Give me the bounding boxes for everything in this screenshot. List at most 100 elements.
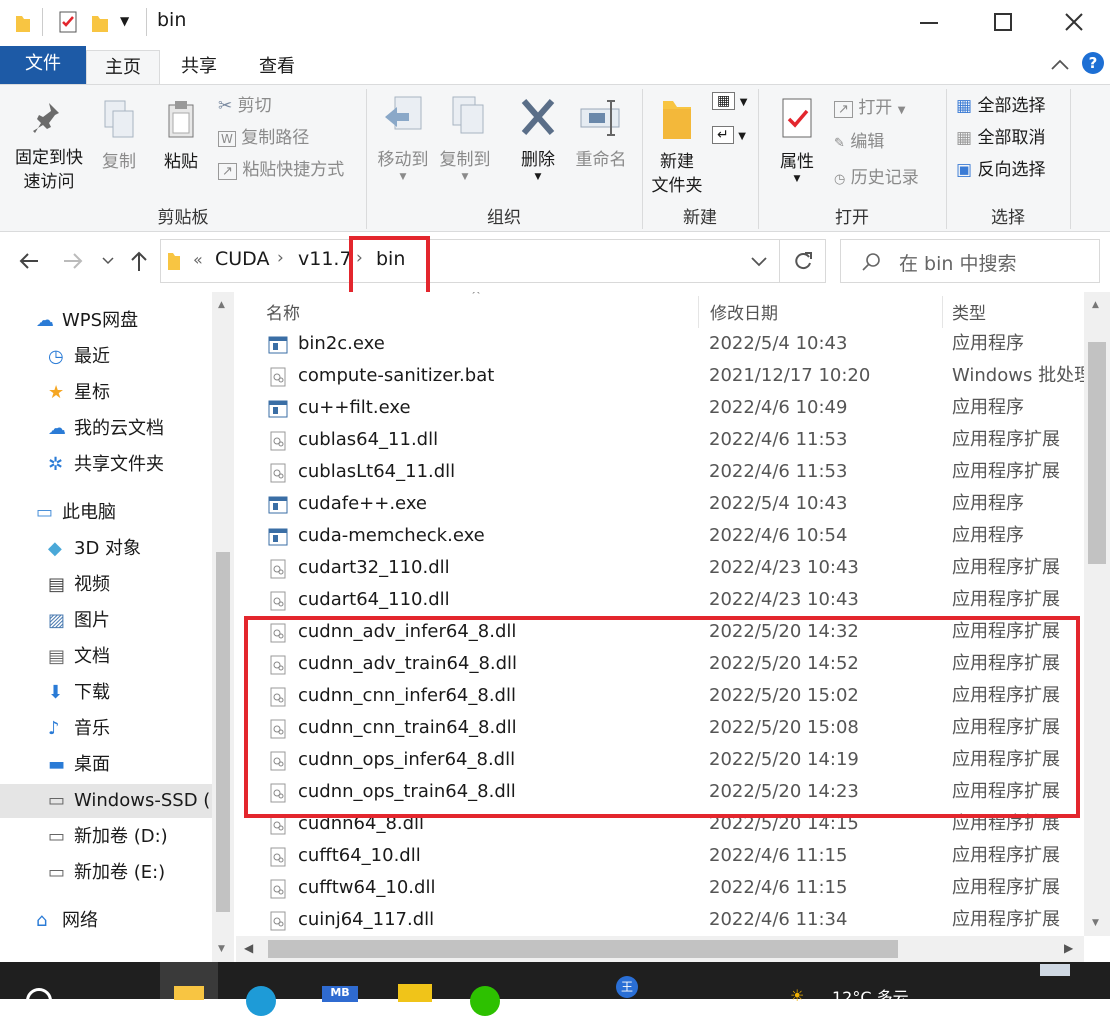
cut-button[interactable]: ✂ 剪切 (218, 91, 272, 121)
collapse-ribbon-icon[interactable] (1050, 58, 1070, 72)
select-all-button[interactable]: ▦ 全部选择 (956, 91, 1045, 121)
nav-item[interactable]: ▭ Windows-SSD ( (0, 784, 212, 818)
h-scroll-thumb[interactable] (268, 940, 898, 958)
edit-button[interactable]: ✎ 编辑 (834, 127, 884, 157)
copy-button[interactable]: 复制 (92, 99, 146, 174)
nav-item[interactable]: ▭ 此电脑 (0, 496, 212, 530)
scroll-right-icon[interactable]: ▶ (1064, 941, 1073, 955)
file-row[interactable]: cufftw64_10.dll 2022/4/6 11:15 应用程序扩展 (236, 872, 1084, 904)
tab-view[interactable]: 查看 (242, 50, 312, 84)
up-arrow-icon[interactable] (130, 250, 148, 272)
horizontal-scrollbar[interactable]: ◀ ▶ (236, 936, 1084, 962)
search-box[interactable]: 在 bin 中搜索 (840, 239, 1100, 283)
app-mb-icon[interactable]: MB (322, 986, 358, 1002)
nav-item[interactable]: ▨ 图片 (0, 604, 212, 638)
breadcrumb-overflow[interactable]: « (193, 250, 203, 269)
file-row[interactable]: cudafe++.exe 2022/5/4 10:43 应用程序 (236, 488, 1084, 520)
copy-path-button[interactable]: W 复制路径 (218, 123, 309, 153)
select-none-button[interactable]: ▦ 全部取消 (956, 123, 1045, 153)
scroll-up-icon[interactable]: ▲ (1092, 300, 1099, 310)
app-store-icon[interactable] (398, 984, 432, 1002)
pin-label: 固定到快 速访问 (15, 148, 83, 192)
scroll-up-icon[interactable]: ▲ (218, 300, 225, 310)
properties-icon[interactable] (58, 10, 80, 34)
forward-arrow-icon[interactable] (62, 252, 84, 270)
properties-button[interactable]: 属性 ▼ (766, 95, 828, 184)
open-button[interactable]: ↗ 打开 ▼ (834, 93, 905, 123)
history-button[interactable]: ◷ 历史记录 (834, 163, 919, 193)
column-header-name[interactable]: 名称 (266, 296, 696, 332)
nav-item[interactable]: ♪ 音乐 (0, 712, 212, 746)
back-arrow-icon[interactable] (18, 252, 40, 270)
folder-icon (16, 16, 30, 32)
nav-item[interactable]: ◷ 最近 (0, 340, 212, 374)
move-to-button[interactable]: 移动到 ▼ (372, 95, 434, 182)
file-row[interactable]: cuinj64_117.dll 2022/4/6 11:34 应用程序扩展 (236, 904, 1084, 936)
column-header-type[interactable]: 类型 (952, 296, 1082, 332)
new-folder-icon[interactable] (90, 12, 110, 34)
nav-item[interactable]: ◆ 3D 对象 (0, 532, 212, 566)
nav-item[interactable]: ▭ 新加卷 (E:) (0, 856, 212, 890)
search-taskbar-icon[interactable] (26, 988, 52, 1014)
quick-access-dropdown-icon[interactable]: ▼ (120, 14, 129, 28)
tab-share[interactable]: 共享 (164, 50, 234, 84)
rename-button[interactable]: 重命名 (568, 95, 634, 172)
address-dropdown-icon[interactable] (751, 257, 767, 267)
new-item-button[interactable]: ▦ ▼ (712, 92, 747, 110)
scroll-left-icon[interactable]: ◀ (244, 941, 253, 955)
file-row[interactable]: cublas64_11.dll 2022/4/6 11:53 应用程序扩展 (236, 424, 1084, 456)
file-row[interactable]: cudart32_110.dll 2022/4/23 10:43 应用程序扩展 (236, 552, 1084, 584)
paste-button[interactable]: 粘贴 (154, 99, 208, 174)
copy-to-button[interactable]: 复制到 ▼ (434, 95, 496, 182)
scroll-down-icon[interactable]: ▼ (1092, 918, 1099, 928)
tab-file[interactable]: 文件 (0, 46, 86, 84)
edge-icon[interactable] (246, 986, 276, 1016)
nav-item[interactable]: ⌂ 网络 (0, 904, 212, 938)
explorer-taskbar-button[interactable] (160, 962, 218, 1000)
invert-selection-button[interactable]: ▣ 反向选择 (956, 155, 1045, 185)
tab-home[interactable]: 主页 (86, 50, 160, 85)
address-bar[interactable]: « CUDA › v11.7 › bin (160, 239, 826, 283)
nav-item[interactable]: ▭ 新加卷 (D:) (0, 820, 212, 854)
wps-badge-icon[interactable]: 王 (616, 976, 638, 998)
minimize-icon[interactable] (920, 22, 938, 24)
easy-access-button[interactable]: ↵ ▼ (712, 126, 746, 144)
nav-item[interactable]: ▤ 文档 (0, 640, 212, 674)
file-list-scrollbar[interactable]: ▲ ▼ (1084, 292, 1110, 936)
file-row[interactable]: cufft64_10.dll 2022/4/6 11:15 应用程序扩展 (236, 840, 1084, 872)
file-row[interactable]: cu++filt.exe 2022/4/6 10:49 应用程序 (236, 392, 1084, 424)
nav-scroll-thumb[interactable] (216, 552, 230, 912)
nav-scrollbar[interactable]: ▲ ▼ (212, 292, 234, 962)
refresh-icon[interactable] (793, 251, 813, 271)
maximize-icon[interactable] (994, 13, 1012, 31)
new-folder-button[interactable]: 新建 文件夹 (648, 95, 706, 198)
scroll-down-icon[interactable]: ▼ (218, 944, 225, 954)
nav-item[interactable]: ▤ 视频 (0, 568, 212, 602)
close-icon[interactable] (1064, 12, 1084, 32)
file-row[interactable]: bin2c.exe 2022/5/4 10:43 应用程序 (236, 328, 1084, 360)
show-desktop-icon[interactable] (1040, 964, 1070, 976)
file-row[interactable]: cudart64_110.dll 2022/4/23 10:43 应用程序扩展 (236, 584, 1084, 616)
group-select-label: 选择 (991, 208, 1025, 228)
help-icon[interactable]: ? (1082, 52, 1104, 74)
pin-quick-access-button[interactable]: 固定到快 速访问 (8, 99, 90, 194)
nav-item[interactable]: ★ 星标 (0, 376, 212, 410)
wechat-icon[interactable] (470, 986, 500, 1016)
column-header-date[interactable]: 修改日期 (710, 296, 940, 332)
breadcrumb-cuda[interactable]: CUDA (215, 248, 269, 270)
weather-text[interactable]: 12°C 多云 (832, 984, 909, 1008)
nav-item[interactable]: ⬇ 下载 (0, 676, 212, 710)
file-row[interactable]: cuda-memcheck.exe 2022/4/6 10:54 应用程序 (236, 520, 1084, 552)
nav-item[interactable]: ▬ 桌面 (0, 748, 212, 782)
nav-item[interactable]: ✲ 共享文件夹 (0, 448, 212, 482)
paste-shortcut-button[interactable]: ↗ 粘贴快捷方式 (218, 155, 344, 185)
breadcrumb-v117[interactable]: v11.7 (298, 248, 352, 270)
file-row[interactable]: compute-sanitizer.bat 2021/12/17 10:20 Win… (236, 360, 1084, 392)
delete-button[interactable]: 删除 ▼ (508, 95, 568, 182)
file-row[interactable]: cublasLt64_11.dll 2022/4/6 11:53 应用程序扩展 (236, 456, 1084, 488)
nav-item[interactable]: ☁ WPS网盘 (0, 304, 212, 338)
breadcrumb-separator-icon[interactable]: › (277, 248, 284, 268)
recent-locations-icon[interactable] (102, 257, 114, 265)
file-scroll-thumb[interactable] (1088, 342, 1106, 564)
nav-item[interactable]: ☁ 我的云文档 (0, 412, 212, 446)
